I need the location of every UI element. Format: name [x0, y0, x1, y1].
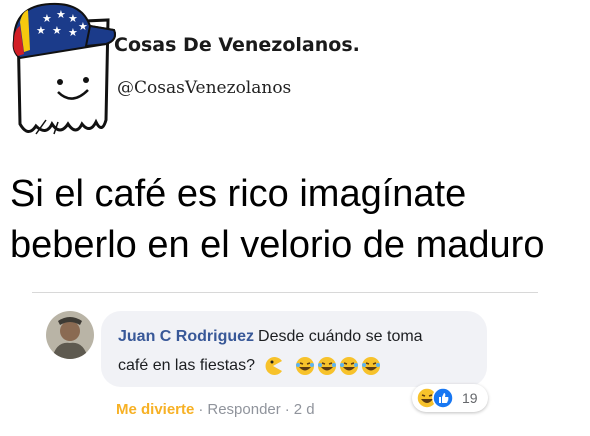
reply-button[interactable]: Responder [207, 401, 280, 418]
user-photo-icon [46, 311, 94, 359]
post-text: Si el café es rico imagínate beberlo en … [10, 169, 570, 271]
divider [32, 292, 538, 293]
comment-text: café en las fiestas? [118, 357, 255, 374]
svg-text:★: ★ [68, 13, 78, 25]
laughing-tears-icon [317, 356, 337, 376]
page-title: Cosas De Venezolanos. [114, 34, 360, 56]
comment-bubble: Juan C Rodriguez Desde cuándo se toma caf… [101, 311, 487, 387]
svg-text:★: ★ [78, 21, 88, 33]
comment-text: Desde cuándo se toma [258, 328, 423, 345]
brand-avatar: ★ ★ ★ ★ ★ ★ ★ [6, 0, 118, 150]
page-handle: @CosasVenezolanos [117, 78, 292, 98]
post-line: Si el café es rico imagínate [10, 173, 467, 215]
separator: · [198, 401, 204, 418]
timestamp[interactable]: 2 d [294, 401, 315, 418]
post-line: beberlo en el velorio de maduro [10, 224, 545, 266]
reaction-count: 19 [462, 390, 478, 406]
comment-actions: Me divierte · Responder · 2 d [116, 401, 315, 418]
laughing-tears-icon [339, 356, 359, 376]
comment-first-line: Juan C Rodriguez Desde cuándo se toma [118, 328, 423, 346]
svg-text:★: ★ [56, 9, 66, 21]
comment-author-link[interactable]: Juan C Rodriguez [118, 328, 254, 345]
pacman-emoji-icon [263, 356, 283, 376]
svg-text:★: ★ [36, 25, 46, 37]
laughing-tears-icon [361, 356, 381, 376]
svg-text:★: ★ [42, 13, 52, 25]
comment-second-line: café en las fiestas? [118, 356, 381, 376]
ghost-mascot-icon: ★ ★ ★ ★ ★ ★ ★ [12, 2, 116, 135]
reaction-summary[interactable]: 19 [412, 384, 488, 412]
svg-text:★: ★ [68, 27, 78, 39]
separator: · [284, 401, 290, 418]
avatar[interactable] [46, 311, 94, 359]
svg-text:★: ★ [52, 25, 62, 37]
laughing-tears-icon [295, 356, 315, 376]
like-reaction-icon [432, 387, 454, 409]
reaction-button[interactable]: Me divierte [116, 401, 194, 418]
